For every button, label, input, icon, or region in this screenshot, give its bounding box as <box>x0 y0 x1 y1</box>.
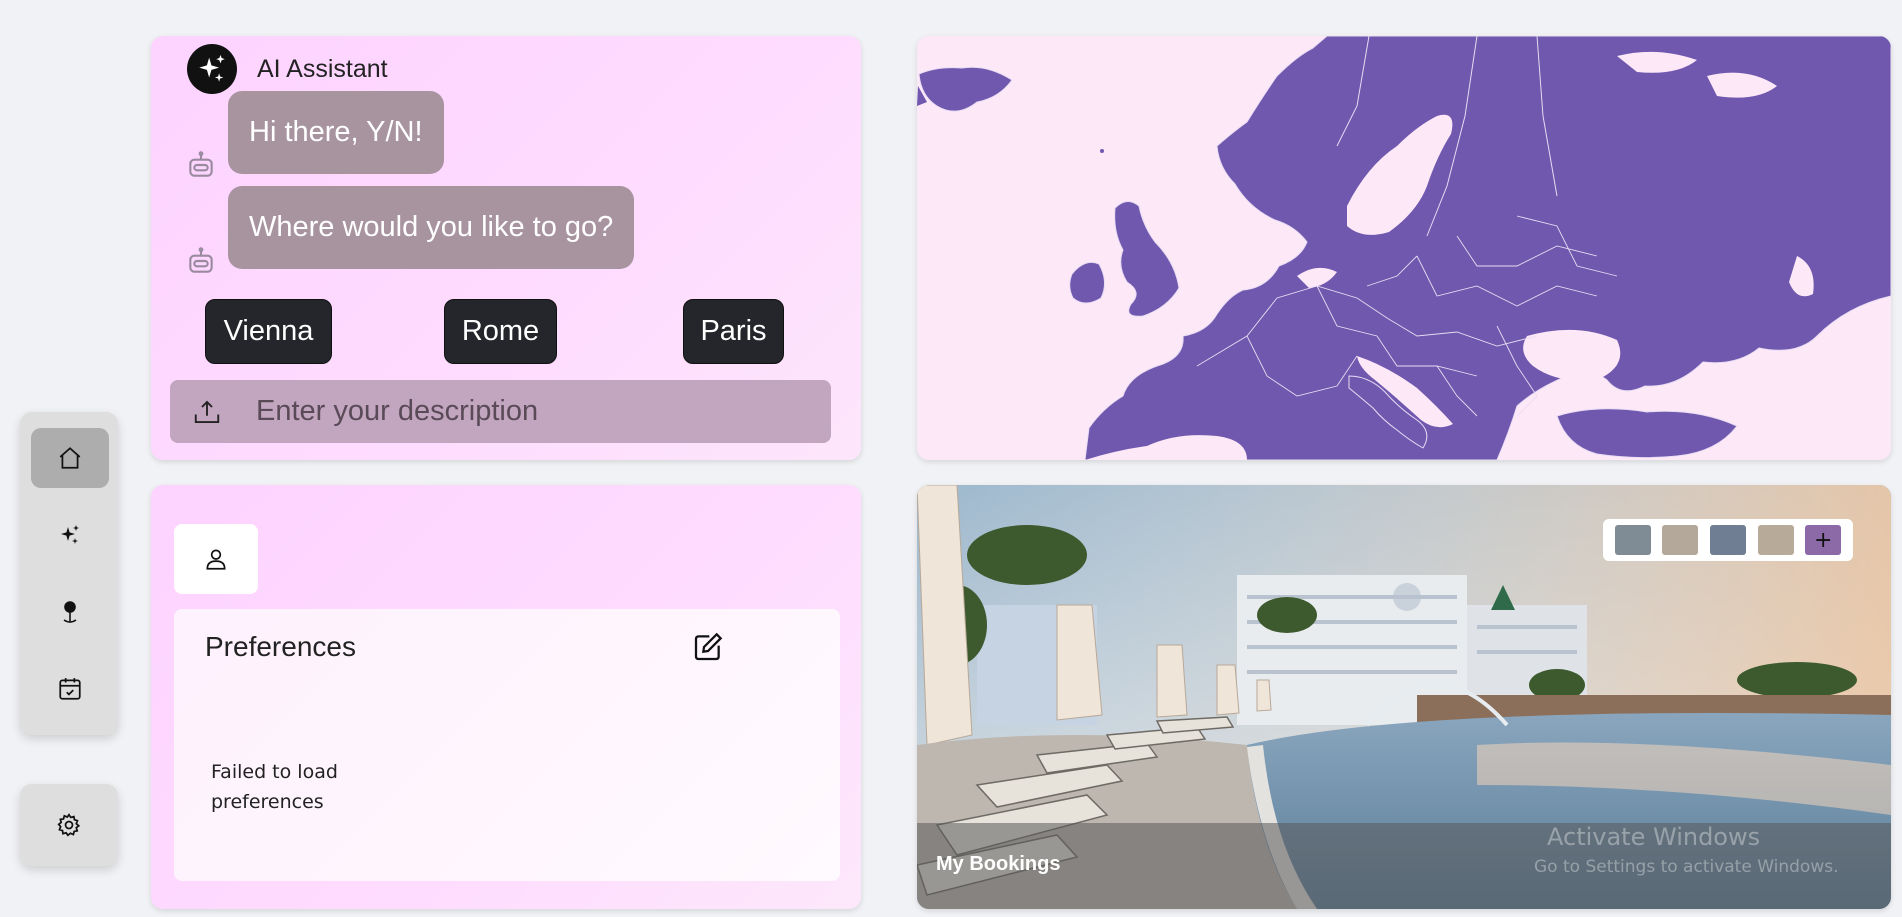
sidebar-nav <box>20 412 118 735</box>
activation-watermark-title: Activate Windows <box>1547 823 1761 851</box>
europe-map[interactable] <box>917 36 1891 460</box>
chat-message: Where would you like to go? <box>228 186 635 269</box>
bot-avatar-icon <box>189 151 213 177</box>
description-input-bar <box>170 380 831 443</box>
preferences-card: Preferences Failed to load preferences <box>151 485 861 909</box>
photo-thumbnail[interactable] <box>1614 525 1651 555</box>
user-icon <box>206 549 226 570</box>
add-photo-button[interactable]: + <box>1805 525 1842 555</box>
activation-watermark-text: Go to Settings to activate Windows. <box>1534 857 1839 877</box>
sidebar-item-bookings[interactable] <box>31 659 109 719</box>
gear-icon <box>57 813 81 837</box>
sidebar-item-ai[interactable] <box>31 505 109 565</box>
bookings-caption-bar: My Bookings Activate Windows Go to Setti… <box>917 823 1891 909</box>
destination-button-rome[interactable]: Rome <box>444 299 557 364</box>
preferences-error-message: Failed to load preferences <box>211 761 338 813</box>
edit-preferences-button[interactable] <box>692 631 726 665</box>
photo-thumbnail-strip: + <box>1603 519 1853 561</box>
sparkles-icon <box>61 525 79 544</box>
sidebar-item-home[interactable] <box>31 428 109 488</box>
ai-logo <box>187 44 237 94</box>
profile-button[interactable] <box>174 524 258 594</box>
location-pin-icon <box>63 601 77 623</box>
europe-map-card[interactable] <box>917 36 1891 460</box>
upload-button[interactable] <box>178 380 236 443</box>
description-input[interactable] <box>254 394 818 429</box>
photo-thumbnail[interactable] <box>1757 525 1794 555</box>
calendar-check-icon <box>59 678 81 700</box>
photo-thumbnail[interactable] <box>1709 525 1746 555</box>
bookings-card[interactable]: + My Bookings Activate Windows Go to Set… <box>917 485 1891 909</box>
upload-icon <box>194 400 220 423</box>
preferences-title: Preferences <box>205 631 356 662</box>
home-icon <box>59 447 81 469</box>
preferences-panel: Preferences Failed to load preferences <box>174 609 840 881</box>
chat-message: Hi there, Y/N! <box>228 91 444 174</box>
ai-title: AI Assistant <box>257 54 388 83</box>
ai-header: AI Assistant <box>187 44 388 94</box>
bot-avatar-icon <box>189 247 213 273</box>
ai-assistant-card: AI Assistant Hi there, Y/N! Where would … <box>151 36 861 460</box>
destination-button-vienna[interactable]: Vienna <box>205 299 332 364</box>
sidebar-item-map[interactable] <box>31 582 109 642</box>
photo-thumbnail[interactable] <box>1662 525 1699 555</box>
bookings-label[interactable]: My Bookings <box>936 853 1060 876</box>
destination-button-paris[interactable]: Paris <box>683 299 784 364</box>
sparkles-icon <box>199 54 225 82</box>
settings-button[interactable] <box>20 784 118 866</box>
edit-icon <box>694 632 723 661</box>
